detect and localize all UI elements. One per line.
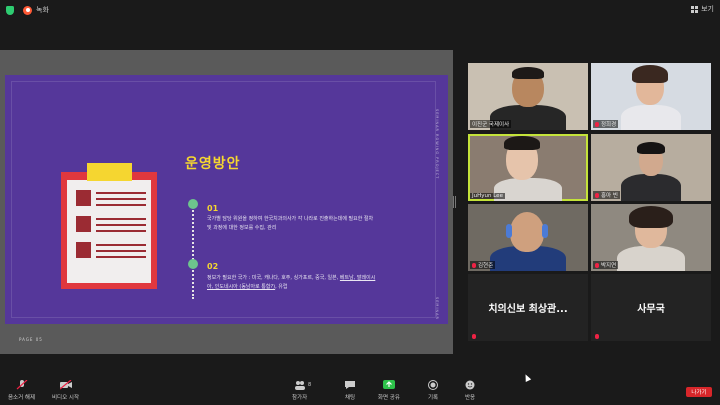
checklist-row: [76, 242, 146, 258]
item-2-line-1: 정보가 필요한 국가 : 미국, 캐나다, 호주, 싱가포르, 중국, 일본, …: [207, 274, 412, 283]
unmute-button[interactable]: 음소거 해제: [8, 379, 36, 401]
participant-tile-active-speaker[interactable]: JuHyun Lee: [468, 134, 588, 201]
item-2-line-2-underlined: 아, 인도네시아 (동남아로 통합?): [207, 284, 276, 290]
mic-muted-icon: [16, 379, 28, 390]
participant-mic-status: [470, 334, 478, 339]
share-screen-icon: [383, 380, 395, 390]
participant-video: [621, 174, 681, 201]
item-2-text: 정보가 필요한 국가 : 미국, 캐나다, 호주, 싱가포르, 중국, 일본, …: [207, 274, 412, 292]
mic-muted-icon: [472, 262, 476, 268]
item-2-line-1-a: 정보가 필요한 국가 : 미국, 캐나다, 호주, 싱가포르, 중국, 일본,: [207, 275, 340, 281]
mic-muted-icon: [595, 192, 599, 198]
participant-video: [621, 105, 681, 130]
split-resize-handle[interactable]: [453, 196, 456, 208]
participant-face: [510, 212, 544, 252]
mic-muted-icon: [472, 334, 476, 339]
unmute-label: 음소거 해제: [8, 395, 36, 401]
participant-name: 박지연: [593, 261, 619, 269]
view-label: 보기: [701, 5, 714, 13]
item-2-line-1-underlined: 베트남, 말레이시: [339, 275, 376, 281]
checklist-row: [76, 190, 146, 206]
timeline-line: [192, 203, 194, 299]
headset-icon: [506, 224, 512, 238]
checklist-row: [76, 216, 146, 232]
item-1-number: 01: [207, 204, 219, 213]
item-2-line-2: 아, 인도네시아 (동남아로 통합?), 유럽: [207, 283, 412, 292]
share-screen-label: 화면 공유: [378, 395, 400, 401]
participant-tile[interactable]: 사무국: [591, 274, 711, 341]
participants-count: 8: [308, 382, 312, 388]
participant-name: 김현준: [470, 261, 496, 269]
record-icon: [427, 380, 439, 390]
clipboard-clip: [87, 163, 132, 181]
recording-icon: [23, 5, 32, 15]
mic-muted-icon: [595, 121, 599, 127]
shared-screen: 운영방안 01 국가별 담당 위원을 정하여 한국치과의사가 각 나라로 진출하…: [0, 50, 453, 354]
security-shield-icon[interactable]: [6, 5, 14, 15]
recording-label: 녹화: [36, 6, 49, 14]
participant-tile[interactable]: 홍아 빈: [591, 134, 711, 201]
participant-name: 정희경: [593, 120, 619, 128]
presentation-slide: 운영방안 01 국가별 담당 위원을 정하여 한국치과의사가 각 나라로 진출하…: [5, 75, 448, 342]
timeline-dot-1: [188, 199, 198, 209]
reactions-label: 반응: [464, 395, 476, 401]
participants-icon: [294, 380, 306, 390]
participant-display-name: 사무국: [637, 304, 665, 315]
start-video-label: 비디오 시작: [52, 395, 80, 401]
participant-name: 이진군 국제이사: [470, 120, 512, 128]
item-1-line-2: 및 과정에 대한 정보를 수집, 관리: [207, 225, 277, 231]
item-2-number: 02: [207, 262, 219, 271]
participant-hair: [629, 206, 673, 228]
item-1-text: 국가별 담당 위원을 정하여 한국치과의사가 각 나라로 진출하는데에 필요한 …: [207, 215, 407, 233]
reactions-button[interactable]: 반응: [464, 380, 476, 401]
item-1-line-1: 국가별 담당 위원을 정하여 한국치과의사가 각 나라로 진출하는데에 필요한 …: [207, 216, 374, 222]
meeting-toolbar: 음소거 해제 비디오 시작 참가자 8 채팅 화면 공유 기록 반응 나가기: [0, 379, 720, 405]
participant-mic-status: [593, 334, 601, 339]
record-label: 기록: [427, 395, 439, 401]
chat-label: 채팅: [344, 395, 356, 401]
start-video-button[interactable]: 비디오 시작: [52, 379, 80, 401]
page-label: PAGE 05: [19, 337, 43, 342]
mic-muted-icon: [595, 262, 599, 268]
meeting-top-bar: 녹화 보기: [0, 0, 720, 20]
grid-view-icon: [691, 5, 699, 13]
participants-button[interactable]: 참가자: [292, 380, 307, 401]
headset-icon: [542, 224, 548, 238]
vertical-label-bottom: SEMINAR: [435, 297, 439, 320]
participant-display-name: 치의신보 최상관...: [488, 304, 568, 315]
participants-label: 참가자: [292, 395, 308, 401]
reactions-icon: [464, 380, 476, 390]
participant-tile[interactable]: 치의신보 최상관...: [468, 274, 588, 341]
participant-tile[interactable]: 김현준: [468, 204, 588, 271]
mic-muted-icon: [595, 334, 599, 339]
slide-title: 운영방안: [185, 156, 241, 172]
chat-icon: [344, 380, 356, 390]
participant-hair: [632, 65, 668, 83]
participant-hair: [504, 136, 540, 150]
participant-hair: [512, 67, 544, 79]
participant-tile[interactable]: 이진군 국제이사: [468, 63, 588, 130]
view-button[interactable]: 보기: [691, 4, 714, 14]
video-off-icon: [59, 379, 72, 390]
clipboard-paper: [67, 180, 151, 283]
participant-name: 홍아 빈: [593, 191, 620, 199]
timeline-dot-2: [188, 259, 198, 269]
participant-tile[interactable]: 정희경: [591, 63, 711, 130]
leave-button[interactable]: 나가기: [686, 387, 712, 397]
record-button[interactable]: 기록: [427, 380, 439, 401]
participant-tile[interactable]: 박지연: [591, 204, 711, 271]
participant-hair: [637, 142, 665, 154]
vertical-label-top: SEMINAR ROWING PROJECT: [435, 109, 439, 180]
share-screen-button[interactable]: 화면 공유: [378, 380, 400, 401]
chat-button[interactable]: 채팅: [344, 380, 356, 401]
clipboard-illustration: [61, 163, 157, 289]
item-2-line-2-b: , 유럽: [275, 284, 288, 290]
participant-video: [617, 246, 685, 271]
participant-name: JuHyun Lee: [470, 193, 505, 199]
